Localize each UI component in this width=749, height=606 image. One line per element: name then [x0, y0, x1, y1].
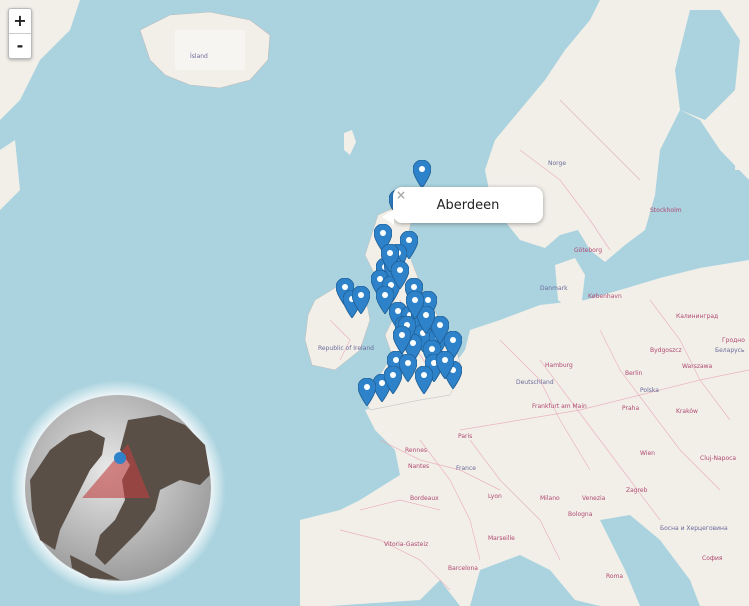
label-bydgoszcz: Bydgoszcz — [650, 347, 682, 354]
zoom-control: + - — [8, 8, 32, 59]
label-vitoria: Vitoria-Gasteiz — [384, 541, 428, 548]
globe-minimap[interactable] — [10, 380, 226, 596]
map-view[interactable]: Ísland Republic of Ireland Norge Stockho… — [0, 0, 749, 606]
label-bologna: Bologna — [568, 511, 593, 518]
label-kobenhavn: København — [588, 293, 622, 300]
map-marker[interactable] — [436, 351, 454, 379]
label-milano: Milano — [540, 495, 560, 502]
map-marker[interactable] — [384, 366, 402, 394]
label-berlin: Berlin — [625, 370, 643, 377]
label-bordeaux: Bordeaux — [410, 495, 439, 502]
label-belarus: Беларусь — [715, 347, 745, 354]
map-marker[interactable] — [406, 291, 424, 319]
label-sofia: София — [702, 555, 723, 562]
label-wien: Wien — [640, 450, 655, 457]
label-norway: Norge — [548, 160, 566, 167]
label-stockholm: Stockholm — [650, 207, 682, 214]
map-marker[interactable] — [352, 286, 370, 314]
label-frankfurt: Frankfurt am Main — [532, 403, 587, 410]
marker-popup: × Aberdeen — [382, 187, 543, 225]
label-france: France — [456, 465, 476, 472]
label-warszawa: Warszawa — [682, 363, 713, 370]
map-marker[interactable] — [376, 286, 394, 314]
label-venezia: Venezia — [582, 495, 606, 502]
popup-title: Aberdeen — [436, 198, 500, 213]
label-ireland: Republic of Ireland — [318, 345, 374, 352]
label-bosna: Босна и Херцеговина — [660, 525, 728, 532]
zoom-in-button[interactable]: + — [9, 9, 31, 33]
map-marker[interactable] — [393, 326, 411, 354]
label-cluj: Cluj-Napoca — [700, 455, 736, 462]
zoom-out-button[interactable]: - — [9, 33, 31, 58]
globe-marker-cluster-icon — [114, 452, 126, 464]
label-danmark: Danmark — [540, 285, 568, 292]
label-deutschland: Deutschland — [516, 379, 554, 386]
label-roma: Roma — [606, 573, 623, 580]
label-iceland: Ísland — [190, 53, 208, 60]
map-marker[interactable] — [413, 160, 431, 188]
label-barcelona: Barcelona — [448, 565, 478, 572]
label-marseille: Marseille — [488, 535, 515, 542]
label-rennes: Rennes — [405, 447, 427, 454]
label-zagreb: Zagreb — [626, 487, 648, 494]
label-praha: Praha — [622, 405, 639, 412]
label-lyon: Lyon — [488, 493, 502, 500]
map-marker[interactable] — [415, 366, 433, 394]
map-marker[interactable] — [391, 261, 409, 289]
label-krakow: Kraków — [676, 408, 698, 415]
label-goteborg: Göteborg — [574, 247, 602, 254]
label-grodno: Гродно — [722, 337, 745, 344]
label-polska: Polska — [640, 387, 659, 394]
label-hamburg: Hamburg — [545, 362, 573, 369]
label-paris: Paris — [458, 433, 472, 440]
label-kaliningrad: Калининград — [676, 313, 718, 320]
label-nantes: Nantes — [408, 463, 429, 470]
map-marker[interactable] — [358, 378, 376, 406]
